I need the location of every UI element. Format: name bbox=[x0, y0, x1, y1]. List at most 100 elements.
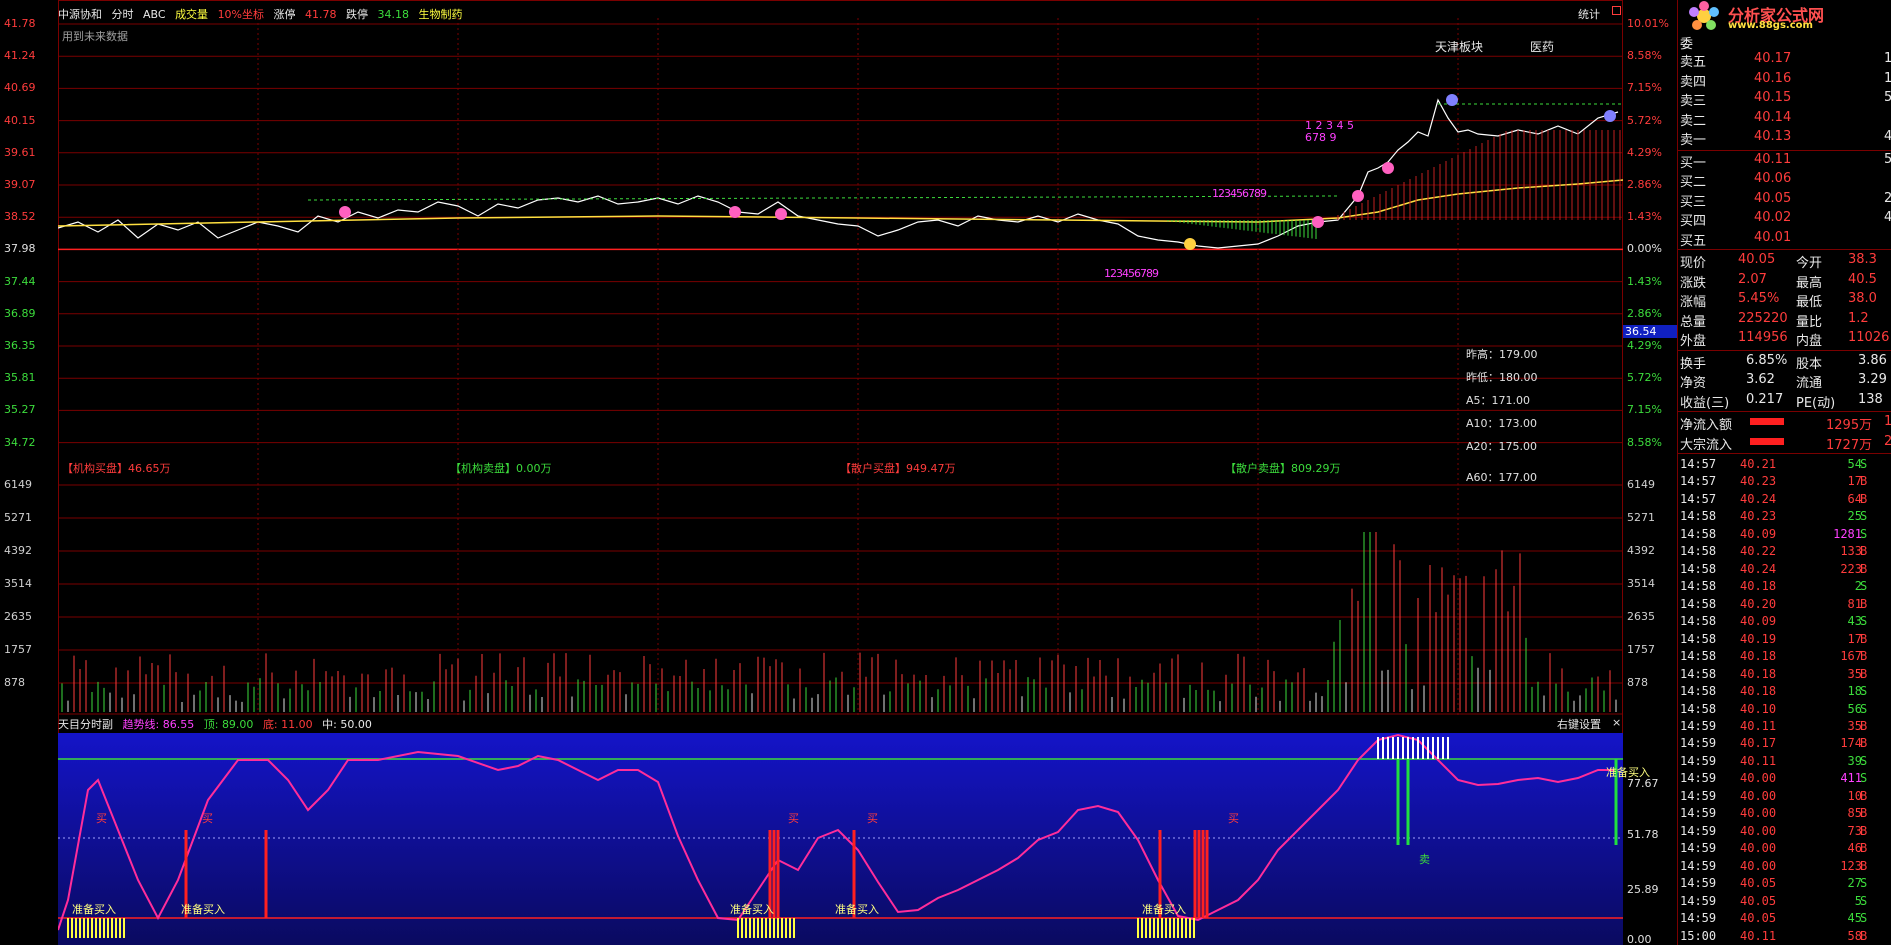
sub-close-icon[interactable]: × bbox=[1612, 716, 1621, 729]
tick-side: B bbox=[1860, 474, 1868, 489]
tick-price: 40.00 bbox=[1740, 823, 1777, 838]
volume-tick: 5271 bbox=[4, 511, 32, 524]
buy-signal-4: 买 bbox=[867, 812, 878, 825]
tick-row: 14:59 40.05 27 S bbox=[1678, 875, 1891, 893]
bid-volume: 5 bbox=[1884, 151, 1891, 167]
prepare-buy-3: 准备买入 bbox=[730, 903, 774, 916]
signal-marker bbox=[1604, 110, 1616, 122]
separator bbox=[1678, 349, 1891, 351]
mid-label: 中: bbox=[322, 718, 337, 731]
tick-side: B bbox=[1860, 561, 1868, 576]
bid-label: 买一 bbox=[1680, 155, 1707, 171]
signal-marker bbox=[1184, 238, 1196, 250]
tick-side: B bbox=[1860, 823, 1868, 838]
tick-time: 14:59 bbox=[1680, 893, 1717, 908]
scale-label[interactable]: 10%坐标 bbox=[218, 8, 264, 21]
tick-row: 14:59 40.11 39 S bbox=[1678, 753, 1891, 771]
quote-label: 今开 bbox=[1796, 256, 1823, 271]
tick-side: S bbox=[1860, 701, 1868, 716]
flower-logo-icon bbox=[1689, 1, 1719, 30]
tick-row: 14:59 40.00 73 B bbox=[1678, 823, 1891, 841]
pct-tick: 8.58% bbox=[1627, 435, 1662, 449]
tick-price: 40.20 bbox=[1740, 596, 1777, 611]
flow-value: 1727万 bbox=[1826, 437, 1873, 453]
tick-price: 40.11 bbox=[1740, 718, 1777, 733]
bid-row[interactable]: 买一 40.11 5 bbox=[1678, 151, 1891, 171]
buy-signal-3: 买 bbox=[788, 812, 799, 825]
quote-label: 总量 bbox=[1680, 314, 1707, 330]
tick-time: 14:59 bbox=[1680, 736, 1717, 751]
tick-row: 14:58 40.18 167 B bbox=[1678, 648, 1891, 666]
average-line bbox=[58, 179, 1623, 227]
bid-row[interactable]: 买三 40.05 22 bbox=[1678, 190, 1891, 210]
tick-time: 14:58 bbox=[1680, 526, 1717, 541]
mode-label[interactable]: 分时 bbox=[112, 8, 134, 21]
ask-row[interactable]: 卖二 40.14 bbox=[1678, 109, 1891, 129]
bid-row[interactable]: 买四 40.02 4 bbox=[1678, 209, 1891, 229]
quote-row: 涨跌 2.07 最高 40.5 bbox=[1678, 271, 1891, 291]
tick-row: 14:59 40.11 35 B bbox=[1678, 718, 1891, 736]
quote-row: 总量 225220 量比 1.2 bbox=[1678, 310, 1891, 330]
tick-side: S bbox=[1860, 614, 1868, 629]
stock-name: 中源协和 bbox=[58, 8, 102, 21]
stats-button[interactable]: 统计 bbox=[1578, 6, 1600, 22]
tick-price: 40.18 bbox=[1740, 666, 1777, 681]
tick-side: S bbox=[1860, 911, 1868, 926]
logo: 分析家公式网 www.88gs.com bbox=[1678, 0, 1891, 32]
tick-price: 40.05 bbox=[1740, 876, 1777, 891]
ask-row[interactable]: 卖五 40.17 11 bbox=[1678, 50, 1891, 70]
tick-row: 14:58 40.22 133 B bbox=[1678, 543, 1891, 561]
pct-tick: 8.58% bbox=[1627, 49, 1662, 63]
ask-price: 40.17 bbox=[1754, 51, 1792, 66]
bid-price: 40.06 bbox=[1754, 171, 1792, 186]
tick-row: 14:58 40.18 35 B bbox=[1678, 666, 1891, 684]
tick-time: 14:59 bbox=[1680, 858, 1717, 873]
volume-tick: 4392 bbox=[1627, 544, 1655, 557]
bid-row[interactable]: 买五 40.01 bbox=[1678, 229, 1891, 249]
ask-row[interactable]: 卖四 40.16 1 bbox=[1678, 70, 1891, 90]
sub-tick: 51.78 bbox=[1627, 828, 1659, 841]
signal-marker bbox=[1312, 216, 1324, 228]
ask-label: 卖四 bbox=[1680, 74, 1707, 90]
bid-price: 40.02 bbox=[1754, 210, 1792, 225]
fundamental-label: 净资 bbox=[1680, 376, 1707, 391]
tick-price: 40.22 bbox=[1740, 544, 1777, 559]
tick-time: 14:58 bbox=[1680, 684, 1717, 699]
tick-time: 14:59 bbox=[1680, 841, 1717, 856]
quote-value: 114956 bbox=[1738, 330, 1788, 345]
quote-label: 量比 bbox=[1796, 314, 1823, 330]
tick-time: 14:59 bbox=[1680, 718, 1717, 733]
quote-value: 5.45% bbox=[1738, 291, 1780, 306]
sub-title: 天目分时副 bbox=[58, 718, 113, 731]
tick-time: 14:59 bbox=[1680, 806, 1717, 821]
ask-volume: 1 bbox=[1884, 70, 1891, 86]
tick-price: 40.05 bbox=[1740, 911, 1777, 926]
ask-price: 40.13 bbox=[1754, 129, 1792, 144]
info-a5: A5：171.00 bbox=[1466, 394, 1531, 407]
ask-row[interactable]: 卖一 40.13 4 bbox=[1678, 128, 1891, 148]
sub-settings[interactable]: 右键设置 bbox=[1557, 716, 1601, 732]
tick-time: 14:58 bbox=[1680, 596, 1717, 611]
tick-row: 14:58 40.09 43 S bbox=[1678, 613, 1891, 631]
volume-tick: 5271 bbox=[1627, 511, 1655, 524]
tick-price: 40.05 bbox=[1740, 893, 1777, 908]
fundamental-value: 3.29 bbox=[1858, 372, 1887, 387]
info-a10: A10：173.00 bbox=[1466, 417, 1538, 430]
bid-label: 买三 bbox=[1680, 194, 1707, 210]
volume-label: 成交量 bbox=[175, 8, 209, 21]
quote-row: 外盘 114956 内盘 11026 bbox=[1678, 329, 1891, 349]
price-tick: 39.07 bbox=[4, 178, 36, 191]
limit-down-value: 34.18 bbox=[377, 8, 410, 21]
bid-row[interactable]: 买二 40.06 bbox=[1678, 170, 1891, 190]
abc-label[interactable]: ABC bbox=[143, 8, 166, 21]
tick-time: 14:58 bbox=[1680, 701, 1717, 716]
quote-label: 涨跌 bbox=[1680, 275, 1707, 291]
fundamental-label: 收益(三) bbox=[1680, 395, 1730, 411]
limit-down-label: 跌停 bbox=[346, 8, 369, 21]
fundamental-row: 收益(三) 0.217 PE(动) 138 bbox=[1678, 391, 1891, 411]
fundamental-value: 0.217 bbox=[1746, 391, 1784, 407]
window-toggle-icon[interactable] bbox=[1612, 6, 1621, 15]
volume-tick: 1757 bbox=[1627, 643, 1655, 656]
ask-row[interactable]: 卖三 40.15 5 bbox=[1678, 89, 1891, 109]
quote-value: 225220 bbox=[1738, 310, 1788, 326]
